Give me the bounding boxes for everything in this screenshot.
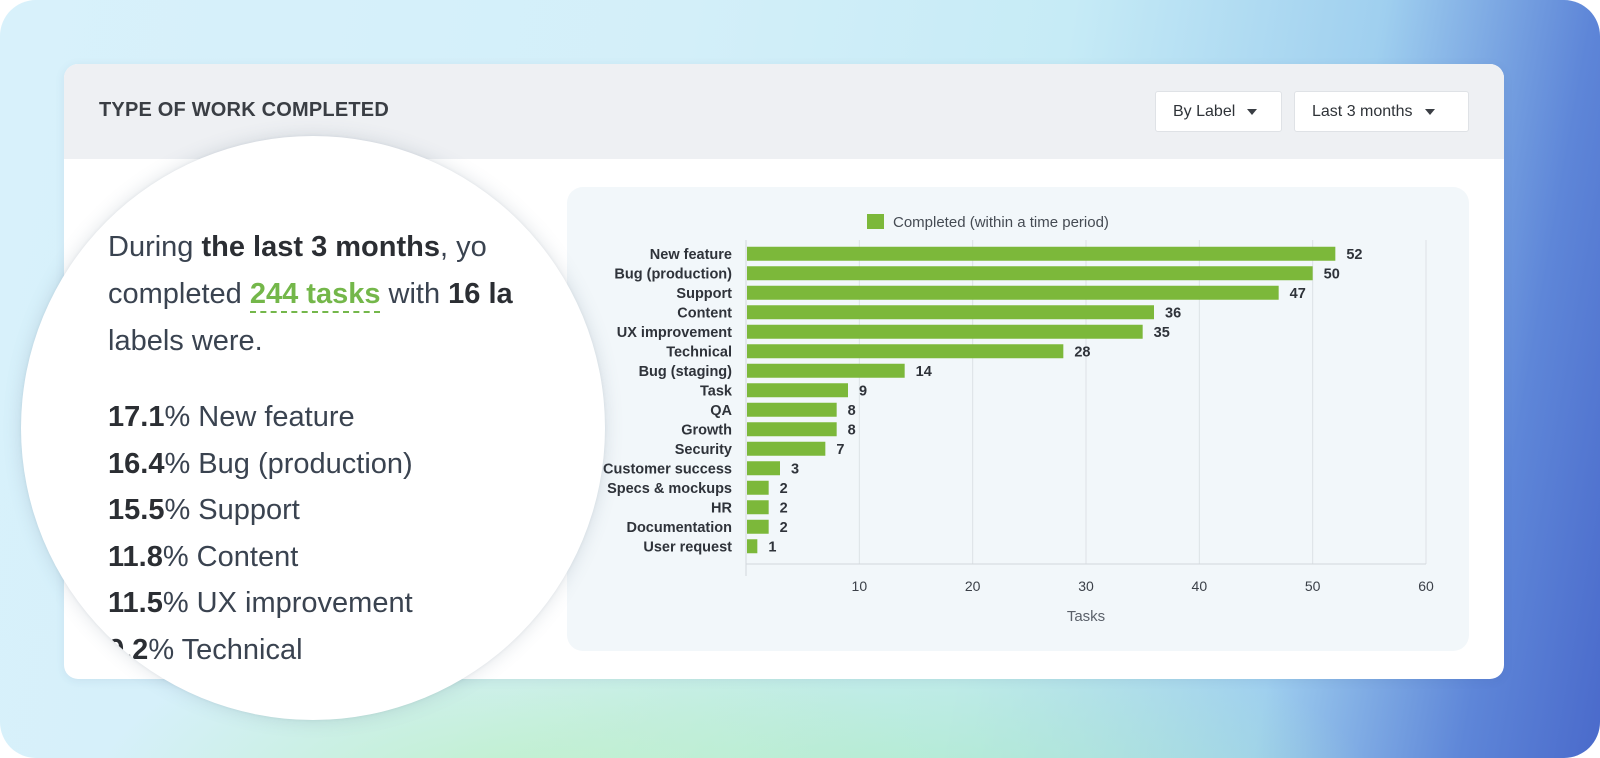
legend-label: Completed (within a time period) bbox=[893, 214, 1109, 231]
data-label: 1 bbox=[768, 539, 776, 555]
period-dropdown[interactable]: Last 3 months bbox=[1294, 91, 1469, 132]
category-label: User request bbox=[643, 539, 732, 555]
category-label: Bug (production) bbox=[614, 266, 732, 282]
category-label: Security bbox=[675, 442, 732, 458]
summary-line-1: During the last 3 months, yo bbox=[108, 231, 487, 263]
x-tick-label: 40 bbox=[1192, 578, 1208, 594]
bar bbox=[747, 441, 826, 456]
data-label: 8 bbox=[848, 403, 856, 419]
data-label: 3 bbox=[791, 461, 799, 477]
data-label: 50 bbox=[1324, 266, 1340, 282]
x-tick-label: 60 bbox=[1418, 578, 1434, 594]
breakdown-percent: 11.8 bbox=[108, 540, 163, 573]
bar bbox=[747, 519, 769, 534]
breakdown-label: % New feature bbox=[164, 401, 355, 433]
period-bold: the last 3 months bbox=[201, 231, 441, 263]
category-label: Growth bbox=[681, 422, 732, 438]
chart-panel: 10 20 30 40 50 60 Tasks Completed (within a tim… bbox=[567, 187, 1469, 651]
caret-down-icon bbox=[1247, 108, 1258, 115]
x-axis-title: Tasks bbox=[1067, 608, 1105, 625]
summary-line-3: labels were. bbox=[108, 325, 263, 357]
x-tick-label: 50 bbox=[1305, 578, 1321, 594]
data-label: 8 bbox=[848, 422, 856, 438]
caret-down-icon bbox=[1424, 108, 1435, 115]
legend-swatch bbox=[867, 214, 884, 229]
bar bbox=[747, 422, 837, 437]
category-label: Technical bbox=[666, 344, 732, 360]
bar-chart: 10 20 30 40 50 60 Tasks Completed (within a tim… bbox=[603, 214, 1434, 625]
breakdown-percent: 15.5 bbox=[108, 494, 165, 526]
breakdown-percent: 11.5 bbox=[108, 587, 163, 619]
bar bbox=[747, 383, 848, 398]
widget-title: TYPE OF WORK COMPLETED bbox=[99, 99, 389, 121]
breakdown-percent: 17.1 bbox=[108, 401, 165, 433]
breakdown-percent: 16.4 bbox=[108, 447, 165, 480]
period-value: Last 3 months bbox=[1312, 102, 1413, 120]
bar bbox=[747, 539, 758, 554]
bar bbox=[747, 324, 1143, 339]
data-label: 2 bbox=[780, 481, 788, 497]
category-label: Task bbox=[700, 383, 733, 399]
bar bbox=[747, 246, 1336, 261]
breakdown-label: % Content bbox=[162, 540, 299, 573]
data-label: 14 bbox=[916, 364, 932, 380]
breakdown-item: 9.2% Technical bbox=[108, 627, 413, 674]
category-label: QA bbox=[710, 403, 732, 419]
labels-count-bold: 16 la bbox=[448, 278, 513, 310]
magnifier-overlay: During the last 3 months, yo completed 2… bbox=[21, 136, 605, 720]
category-label: Bug (staging) bbox=[639, 364, 733, 380]
bar bbox=[747, 266, 1313, 281]
summary-line-2: completed 244 tasks with 16 la bbox=[108, 271, 605, 318]
x-tick-label: 20 bbox=[965, 578, 981, 594]
category-label: New feature bbox=[650, 247, 732, 263]
breakdown-label: % Bug (production) bbox=[164, 447, 413, 480]
bar bbox=[747, 480, 769, 495]
category-label: UX improvement bbox=[617, 325, 732, 341]
data-label: 28 bbox=[1074, 344, 1090, 360]
category-label: Customer success bbox=[603, 461, 732, 477]
data-label: 2 bbox=[780, 520, 788, 536]
category-label: Content bbox=[677, 305, 732, 321]
bar bbox=[747, 285, 1279, 300]
x-tick-label: 10 bbox=[852, 578, 868, 594]
breakdown-label: % Technical bbox=[148, 633, 303, 666]
data-label: 9 bbox=[859, 383, 867, 399]
breakdown-item: 11.8% Content bbox=[108, 534, 413, 581]
data-label: 2 bbox=[780, 500, 788, 516]
breakdown-label: % UX improvement bbox=[162, 587, 413, 619]
breakdown-item: 15.5% Support bbox=[108, 487, 413, 534]
breakdown-item: 16.4% Bug (production) bbox=[108, 441, 413, 488]
bar bbox=[747, 402, 837, 417]
bar bbox=[747, 363, 905, 378]
data-label: 47 bbox=[1290, 286, 1306, 302]
category-label: Support bbox=[676, 286, 732, 302]
category-label: Specs & mockups bbox=[607, 481, 732, 497]
data-label: 35 bbox=[1154, 325, 1170, 341]
x-tick-label: 30 bbox=[1078, 578, 1094, 594]
data-label: 36 bbox=[1165, 305, 1181, 321]
summary-text: During the last 3 months, yo completed 2… bbox=[108, 224, 605, 365]
breakdown-percent: 9.2 bbox=[108, 633, 149, 666]
bar bbox=[747, 305, 1154, 320]
data-label: 7 bbox=[836, 442, 844, 458]
tasks-count-link[interactable]: 244 tasks bbox=[249, 278, 381, 313]
breakdown-item: 17.1% New feature bbox=[108, 394, 413, 441]
category-label: Documentation bbox=[626, 520, 732, 536]
bar bbox=[747, 344, 1064, 359]
breakdown-label: % Support bbox=[164, 494, 300, 526]
breakdown-item: 11.5% UX improvement bbox=[108, 580, 413, 627]
group-by-dropdown[interactable]: By Label bbox=[1155, 91, 1282, 132]
data-label: 52 bbox=[1346, 247, 1362, 263]
group-by-value: By Label bbox=[1173, 102, 1236, 120]
bar bbox=[747, 500, 769, 515]
bar bbox=[747, 461, 780, 476]
category-label: HR bbox=[711, 500, 732, 516]
label-breakdown-list: 17.1% New feature 16.4% Bug (production) 1… bbox=[108, 394, 413, 673]
